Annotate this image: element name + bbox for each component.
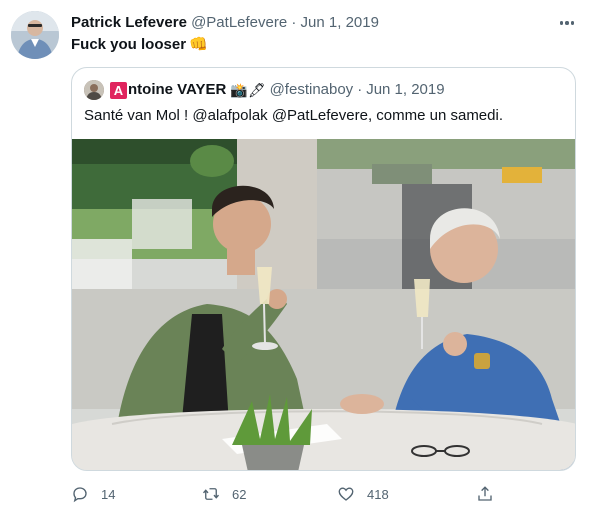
- reply-button[interactable]: 14: [71, 482, 115, 506]
- quoted-tweet[interactable]: A ntoine VAYER 📸🖋 @festinaboy · Jun 1, 2…: [71, 67, 576, 471]
- quoted-author-name: ntoine VAYER: [128, 81, 227, 98]
- fist-emoji-icon: 👊: [189, 36, 208, 53]
- tweet-text: Fuck you looser 👊: [71, 35, 208, 55]
- tweet-date[interactable]: Jun 1, 2019: [301, 14, 379, 31]
- author-name[interactable]: Patrick Lefevere: [71, 14, 187, 31]
- letter-a-badge-icon: A: [110, 81, 127, 99]
- like-count: 418: [367, 486, 389, 502]
- quoted-tweet-header: A ntoine VAYER 📸🖋 @festinaboy · Jun 1, 2…: [84, 80, 445, 100]
- author-avatar[interactable]: [11, 11, 59, 59]
- camera-pen-emoji-icon: 📸🖋: [230, 82, 266, 98]
- quoted-separator-dot: ·: [357, 81, 363, 98]
- quoted-author-handle: @festinaboy: [269, 81, 354, 98]
- tweet-header: Patrick Lefevere @PatLefevere · Jun 1, 2…: [71, 13, 379, 33]
- quoted-photo[interactable]: [72, 139, 576, 471]
- person-avatar-icon: [11, 11, 59, 59]
- share-icon: [478, 486, 492, 501]
- reply-count: 14: [101, 486, 116, 502]
- quoted-tweet-date: Jun 1, 2019: [366, 81, 445, 98]
- tweet-text-body: Fuck you looser: [71, 36, 187, 53]
- quoted-tweet-text: Santé van Mol ! @alafpolak @PatLefevere,…: [84, 107, 503, 124]
- reply-icon: [73, 487, 87, 503]
- more-options-icon[interactable]: [556, 12, 578, 34]
- retweet-icon: [202, 488, 220, 500]
- share-button[interactable]: [476, 482, 506, 506]
- retweet-button[interactable]: 62: [202, 482, 246, 506]
- quoted-avatar-icon: [84, 80, 104, 100]
- tweet[interactable]: Patrick Lefevere @PatLefevere · Jun 1, 2…: [0, 0, 589, 517]
- author-handle[interactable]: @PatLefevere: [191, 14, 287, 31]
- like-button[interactable]: 418: [337, 482, 389, 506]
- heart-icon: [338, 487, 354, 501]
- separator-dot: ·: [291, 14, 297, 31]
- quoted-author-avatar: [84, 80, 104, 100]
- retweet-count: 62: [232, 486, 247, 502]
- tweet-actions: 14 62 418: [71, 482, 511, 506]
